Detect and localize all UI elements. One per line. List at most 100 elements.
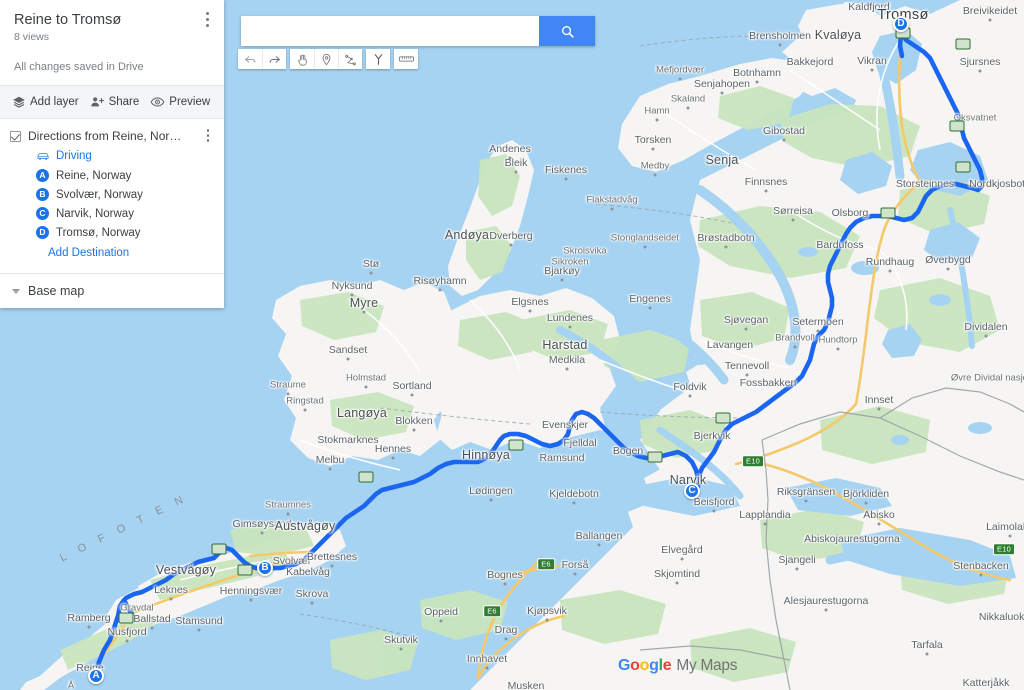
kebab-menu-icon (206, 139, 210, 142)
place-dot-icon (745, 373, 749, 377)
place-dot-icon (712, 509, 716, 513)
redo-button[interactable] (262, 49, 286, 69)
place-dot-icon (310, 601, 314, 605)
layer-options-menu-button[interactable] (202, 129, 214, 145)
place-dot-icon (793, 345, 797, 349)
map-options-menu-button[interactable] (200, 12, 214, 30)
place-dot-icon (978, 69, 982, 73)
place-dot-icon (485, 666, 489, 670)
place-dot-icon (648, 306, 652, 310)
kebab-menu-icon (206, 129, 210, 132)
eye-icon (150, 97, 165, 107)
place-dot-icon (651, 147, 655, 151)
route-shield-icon (118, 612, 134, 624)
undo-button[interactable] (238, 49, 262, 69)
measure-tool-group (394, 49, 418, 69)
route-shield-icon (949, 120, 965, 132)
my-maps-wordmark: My Maps (676, 657, 738, 674)
waypoint-row-b[interactable]: B Svolvær, Norway (10, 185, 214, 204)
route-marker-d[interactable]: D (893, 16, 909, 32)
place-dot-icon (560, 278, 564, 282)
route-marker-a[interactable]: A (88, 668, 104, 684)
place-dot-icon (870, 68, 874, 72)
layers-icon (13, 96, 25, 108)
place-dot-icon (791, 218, 795, 222)
search-input[interactable] (241, 16, 539, 46)
place-dot-icon (755, 80, 759, 84)
route-marker-b[interactable]: B (257, 560, 273, 576)
view-count: 8 views (14, 31, 50, 43)
map-toolbar[interactable] (238, 49, 418, 69)
kebab-menu-icon (206, 134, 210, 137)
place-dot-icon (412, 428, 416, 432)
my-maps-app: Kaldfjord Tromsø Breivikeidet Brensholmen Kv… (0, 0, 1024, 690)
directions-tool-group (366, 49, 390, 69)
place-dot-icon (816, 329, 820, 333)
save-status: All changes saved in Drive (0, 53, 224, 86)
search-button[interactable] (539, 16, 595, 46)
redo-arrow-icon (269, 55, 280, 63)
kebab-menu-icon (205, 24, 209, 27)
ruler-icon (398, 56, 414, 62)
place-dot-icon (568, 325, 572, 329)
draw-line-icon (345, 54, 356, 65)
waypoint-row-a[interactable]: A Reine, Norway (10, 166, 214, 185)
place-dot-icon (763, 522, 767, 526)
place-dot-icon (686, 106, 690, 110)
travel-mode-driving[interactable]: Driving (10, 144, 214, 166)
place-dot-icon (125, 639, 129, 643)
place-dot-icon (346, 357, 350, 361)
place-dot-icon (350, 293, 354, 297)
place-dot-icon (364, 385, 368, 389)
route-shield-icon (237, 564, 253, 576)
road-shield: E10 (993, 543, 1015, 555)
travel-mode-label: Driving (56, 150, 92, 162)
place-dot-icon (925, 652, 929, 656)
draw-tool-group (290, 49, 362, 69)
map-sidebar: Reine to Tromsø 8 views All changes save… (0, 0, 224, 308)
chevron-down-icon (12, 288, 20, 294)
place-dot-icon (303, 408, 307, 412)
google-my-maps-logo: Google My Maps (618, 657, 737, 675)
place-dot-icon (610, 207, 614, 211)
waypoint-row-d[interactable]: D Tromsø, Norway (10, 223, 214, 242)
waypoint-label: Narvik, Norway (56, 207, 134, 220)
route-shield-icon (358, 471, 374, 483)
place-dot-icon (988, 18, 992, 22)
select-tool[interactable] (290, 49, 314, 69)
directions-tool[interactable] (366, 49, 390, 69)
place-dot-icon (864, 501, 868, 505)
preview-button[interactable]: Preview (150, 95, 210, 109)
waypoint-label: Reine, Norway (56, 169, 132, 182)
map-title: Reine to Tromsø (14, 12, 122, 28)
marker-tool[interactable] (314, 49, 338, 69)
place-dot-icon (410, 393, 414, 397)
sidebar-action-bar: Add layer Share Preview (0, 86, 224, 119)
place-dot-icon (249, 598, 253, 602)
place-dot-icon (979, 573, 983, 577)
search-bar[interactable] (241, 16, 595, 46)
route-marker-c[interactable]: C (684, 483, 700, 499)
place-dot-icon (439, 619, 443, 623)
route-shield-icon (955, 38, 971, 50)
layer-header: Directions from Reine, Norway to ... (10, 129, 214, 144)
waypoint-row-c[interactable]: C Narvik, Norway (10, 204, 214, 223)
place-dot-icon (678, 77, 682, 81)
waypoint-label: Svolvær, Norway (56, 188, 143, 201)
layer-visibility-checkbox[interactable] (10, 131, 21, 142)
add-layer-button[interactable]: Add layer (12, 95, 79, 109)
line-tool[interactable] (338, 49, 362, 69)
route-shield-icon (880, 207, 896, 219)
share-button[interactable]: Share (90, 95, 139, 109)
place-dot-icon (508, 156, 512, 160)
road-shield: E10 (742, 455, 764, 467)
waypoint-badge-a: A (36, 169, 49, 182)
place-dot-icon (778, 43, 782, 47)
basemap-row[interactable]: Base map (0, 273, 224, 308)
waypoint-badge-d: D (36, 226, 49, 239)
measure-tool[interactable] (394, 49, 418, 69)
add-destination-button[interactable]: Add Destination (10, 242, 214, 267)
route-shield-icon (211, 543, 227, 555)
place-dot-icon (804, 499, 808, 503)
waypoint-badge-b: B (36, 188, 49, 201)
